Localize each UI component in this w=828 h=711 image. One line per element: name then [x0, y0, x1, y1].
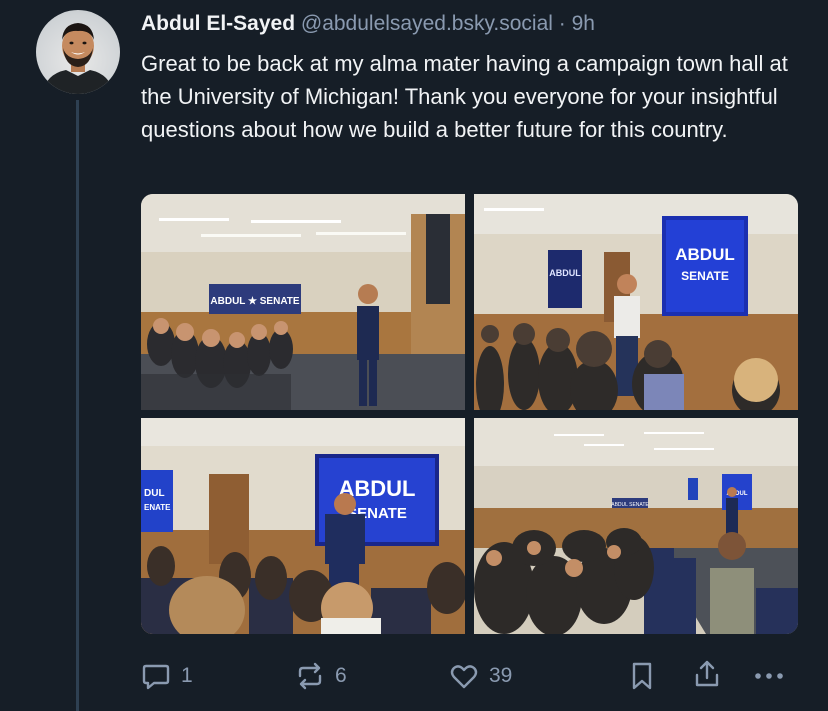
thread-line [76, 100, 79, 711]
repost-count: 6 [335, 664, 347, 687]
image-gallery: ABDUL ★ SENATE ABDUL ABDUL SENATE DUL EN… [141, 194, 798, 634]
post-header: Abdul El-Sayed @abdulelsayed.bsky.social… [141, 11, 595, 37]
more-button[interactable] [752, 660, 786, 692]
action-bar: 1 6 39 [0, 656, 828, 696]
bookmark-icon [632, 662, 652, 690]
edge-screen-line1: DUL [144, 488, 165, 499]
photo-1[interactable]: ABDUL ★ SENATE [141, 194, 465, 410]
post-time[interactable]: 9h [572, 12, 595, 35]
author-handle[interactable]: @abdulelsayed.bsky.social [301, 12, 553, 35]
repost-icon [298, 662, 322, 690]
bookmark-button[interactable] [628, 660, 656, 692]
post-text: Great to be back at my alma mater having… [141, 51, 788, 142]
reply-icon [142, 664, 170, 690]
screen-line2: SENATE [681, 269, 729, 283]
like-button[interactable]: 39 [448, 660, 512, 692]
like-count: 39 [489, 664, 513, 687]
photo-3[interactable]: DUL ENATE ABDUL SENATE [141, 418, 465, 634]
share-icon [695, 660, 719, 687]
screen-small-text: ABDUL [549, 268, 581, 278]
banner-text: ABDUL ★ SENATE [210, 296, 299, 307]
reply-button[interactable]: 1 [140, 660, 193, 692]
photo-4[interactable]: ABDUL SENATE ABDUL [474, 418, 798, 634]
separator-dot: · [558, 12, 566, 35]
edge-screen-line2: ENATE [144, 503, 171, 512]
repost-button[interactable]: 6 [294, 660, 347, 692]
photo-2[interactable]: ABDUL ABDUL SENATE [474, 194, 798, 410]
screen-line1: ABDUL [675, 245, 735, 264]
post: Abdul El-Sayed @abdulelsayed.bsky.social… [0, 0, 828, 711]
author-name[interactable]: Abdul El-Sayed [141, 12, 295, 35]
more-icon [755, 673, 783, 679]
avatar[interactable] [36, 10, 120, 94]
back-banner-text: ABDUL SENATE [611, 502, 649, 508]
share-button[interactable] [692, 658, 722, 690]
reply-count: 1 [181, 664, 193, 687]
like-icon [450, 665, 478, 689]
